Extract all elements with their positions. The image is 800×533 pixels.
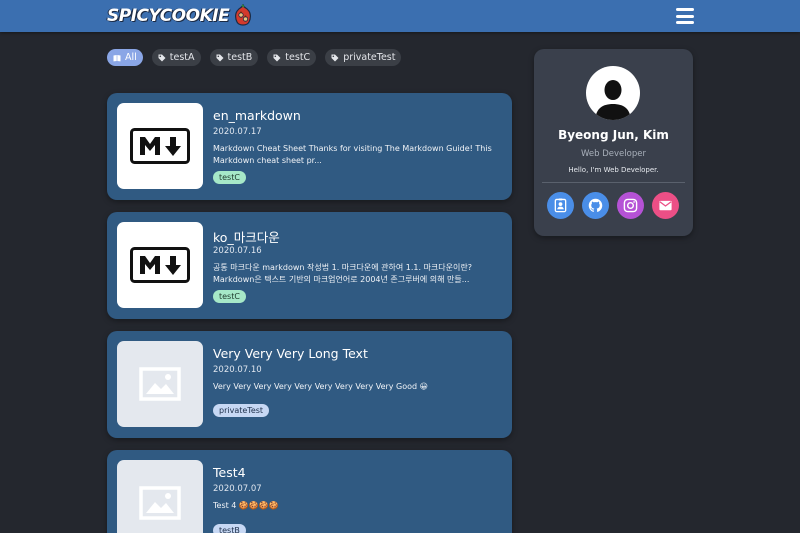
- post-title[interactable]: Very Very Very Long Text: [213, 346, 368, 361]
- profile-bio: Hello, I'm Web Developer.: [568, 166, 659, 174]
- tag-icon: [331, 54, 339, 61]
- post-thumbnail: [117, 460, 203, 533]
- tag-filter-label: testB: [227, 52, 253, 63]
- post-tag[interactable]: testC: [213, 171, 246, 184]
- contact-card-link[interactable]: [547, 192, 574, 219]
- tag-icon: [158, 54, 166, 61]
- avatar: [586, 66, 640, 120]
- post-date: 2020.07.07: [213, 484, 262, 494]
- mail-link[interactable]: [652, 192, 679, 219]
- post-title[interactable]: Test4: [213, 465, 246, 480]
- github-icon: [588, 198, 603, 212]
- post-card[interactable]: ko_마크다운 2020.07.16 공통 마크다운 markdown 작성법 …: [107, 212, 512, 319]
- tag-filter-label: testA: [169, 52, 195, 63]
- instagram-link[interactable]: [617, 192, 644, 219]
- image-placeholder-icon: [139, 486, 181, 520]
- top-navbar: SPICYCOOKIE: [0, 0, 800, 32]
- post-thumbnail: [117, 222, 203, 308]
- instagram-icon: [623, 198, 638, 213]
- post-date: 2020.07.16: [213, 246, 262, 256]
- mail-icon: [659, 200, 672, 211]
- tag-filter-bar: All testA testB testC privateTest: [107, 49, 402, 66]
- markdown-logo-icon: [130, 247, 190, 283]
- post-tag[interactable]: testC: [213, 290, 246, 303]
- book-icon: [113, 54, 121, 61]
- post-card[interactable]: en_markdown 2020.07.17 Markdown Cheat Sh…: [107, 93, 512, 200]
- tag-filter-testc[interactable]: testC: [267, 49, 317, 66]
- tag-filter-label: All: [125, 52, 137, 63]
- tag-filter-label: testC: [285, 52, 311, 63]
- tag-filter-testb[interactable]: testB: [209, 49, 259, 66]
- post-card[interactable]: Test4 2020.07.07 Test 4 🍪🍪🍪🍪 testB: [107, 450, 512, 533]
- tag-icon: [273, 54, 281, 61]
- post-title[interactable]: en_markdown: [213, 108, 301, 123]
- image-placeholder-icon: [139, 367, 181, 401]
- post-title[interactable]: ko_마크다운: [213, 227, 280, 246]
- tag-icon: [216, 54, 224, 61]
- tag-filter-testa[interactable]: testA: [151, 49, 201, 66]
- person-silhouette-icon: [595, 80, 631, 120]
- profile-divider: [542, 182, 685, 183]
- tag-filter-privatetest[interactable]: privateTest: [325, 49, 402, 66]
- post-tag[interactable]: privateTest: [213, 404, 270, 417]
- post-description: 공통 마크다운 markdown 작성법 1. 마크다운에 관하여 1.1. 마…: [213, 263, 472, 284]
- contact-card-icon: [554, 198, 567, 213]
- cookie-logo-icon: [235, 4, 252, 26]
- post-card[interactable]: Very Very Very Long Text 2020.07.10 Very…: [107, 331, 512, 438]
- post-thumbnail: [117, 103, 203, 189]
- post-date: 2020.07.10: [213, 365, 262, 375]
- post-description: Test 4 🍪🍪🍪🍪: [213, 501, 279, 510]
- github-link[interactable]: [582, 192, 609, 219]
- site-logo[interactable]: SPICYCOOKIE: [107, 3, 253, 29]
- profile-card: Byeong Jun, Kim Web Developer Hello, I'm…: [534, 49, 693, 236]
- profile-role: Web Developer: [581, 149, 646, 159]
- post-thumbnail: [117, 341, 203, 427]
- tag-filter-label: privateTest: [343, 52, 396, 63]
- tag-filter-all[interactable]: All: [107, 49, 143, 66]
- post-description: Markdown Cheat Sheet Thanks for visiting…: [213, 144, 492, 165]
- post-tag[interactable]: testB: [213, 524, 246, 533]
- logo-text: SPICYCOOKIE: [107, 6, 230, 26]
- post-date: 2020.07.17: [213, 127, 262, 137]
- post-description: Very Very Very Very Very Very Very Very …: [213, 382, 429, 391]
- markdown-logo-icon: [130, 128, 190, 164]
- profile-name: Byeong Jun, Kim: [558, 128, 669, 142]
- hamburger-menu-icon[interactable]: [676, 8, 694, 24]
